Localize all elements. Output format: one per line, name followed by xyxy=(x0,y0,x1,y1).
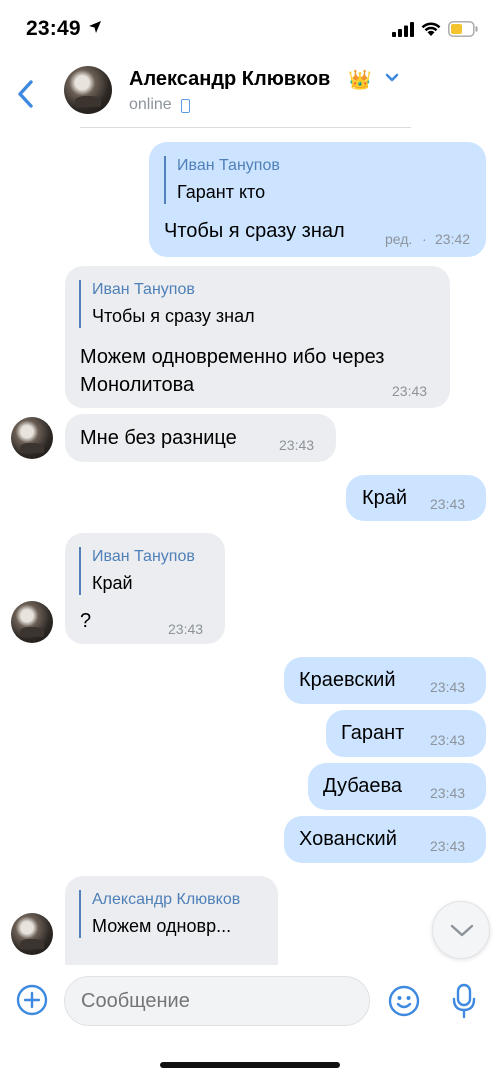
status-time: 23:49 xyxy=(26,17,81,40)
message-text: Дубаева xyxy=(323,775,402,797)
message-input[interactable] xyxy=(64,976,370,1026)
reply-quote[interactable]: Иван Танупов Гарант кто xyxy=(164,156,280,204)
reply-author: Александр Клювков xyxy=(92,891,241,908)
chevron-down-icon xyxy=(450,924,474,937)
message-composer xyxy=(0,965,499,1080)
message-edited-label: ред. xyxy=(385,231,413,247)
message-time: 23:43 xyxy=(430,785,466,801)
message-bubble-outgoing[interactable]: Иван Танупов Гарант кто Чтобы я сразу зн… xyxy=(149,142,486,257)
sender-avatar[interactable] xyxy=(11,913,53,955)
reply-author: Иван Танупов xyxy=(92,548,195,565)
message-bubble-outgoing[interactable]: Дубаева 23:43 xyxy=(308,763,486,810)
reply-text: Можем одновр... xyxy=(92,916,232,936)
scroll-to-bottom-button[interactable] xyxy=(432,901,490,959)
add-attachment-icon[interactable] xyxy=(16,984,48,1016)
home-indicator[interactable] xyxy=(160,1062,340,1068)
message-text-line: Монолитова xyxy=(80,374,195,396)
chat-header: Александр Клювков 👑 online xyxy=(0,58,499,130)
message-bubble-outgoing[interactable]: Гарант 23:43 xyxy=(326,710,486,757)
message-bubble-incoming[interactable]: Иван Танупов Чтобы я сразу знал Можем од… xyxy=(65,266,450,408)
reply-text: Край xyxy=(92,573,133,593)
reply-quote[interactable]: Иван Танупов Чтобы я сразу знал xyxy=(79,280,255,328)
message-time: 23:42 xyxy=(435,231,471,247)
reply-text: Чтобы я сразу знал xyxy=(92,306,255,326)
message-bubble-incoming[interactable]: Мне без разнице 23:43 xyxy=(65,414,336,462)
back-chevron-icon[interactable] xyxy=(14,78,38,110)
emoji-smile-icon[interactable] xyxy=(388,985,420,1017)
contact-name[interactable]: Александр Клювков xyxy=(129,68,330,91)
message-text: Хованский xyxy=(299,828,397,850)
reply-quote[interactable]: Александр Клювков Можем одновр... xyxy=(79,890,240,938)
message-text-line: Можем одновременно ибо через xyxy=(80,346,385,368)
contact-avatar[interactable] xyxy=(64,66,112,114)
message-time: 23:43 xyxy=(430,679,466,695)
message-time: 23:43 xyxy=(168,621,204,637)
status-bar: 23:49 xyxy=(0,0,499,58)
message-time: 23:43 xyxy=(430,496,466,512)
reply-author: Иван Танупов xyxy=(177,157,280,174)
reply-author: Иван Танупов xyxy=(92,281,195,298)
message-text: ? xyxy=(80,610,92,632)
time-separator: · xyxy=(422,231,427,247)
sender-avatar[interactable] xyxy=(11,601,53,643)
location-arrow-icon xyxy=(89,21,101,33)
message-text: Краевский xyxy=(299,669,396,691)
mobile-device-icon xyxy=(181,99,190,113)
reply-quote[interactable]: Иван Танупов Край xyxy=(79,547,195,595)
wifi-icon xyxy=(421,22,441,36)
message-bubble-outgoing[interactable]: Хованский 23:43 xyxy=(284,816,486,863)
message-bubble-outgoing[interactable]: Краевский 23:43 xyxy=(284,657,486,704)
cellular-signal-icon xyxy=(392,22,414,37)
message-text: Мне без разнице xyxy=(80,427,237,449)
message-time: 23:43 xyxy=(279,437,315,453)
message-time: 23:43 xyxy=(430,838,466,854)
message-time: 23:43 xyxy=(430,732,466,748)
message-text: Край xyxy=(362,487,408,509)
online-status: online xyxy=(129,96,172,113)
crown-emoji: 👑 xyxy=(348,70,372,91)
battery-icon xyxy=(448,21,478,37)
chevron-down-icon[interactable] xyxy=(384,72,400,84)
message-text: Гарант xyxy=(341,722,405,744)
message-bubble-outgoing[interactable]: Край 23:43 xyxy=(346,475,486,521)
message-bubble-incoming[interactable]: Иван Танупов Край ? 23:43 xyxy=(65,533,225,644)
message-time: 23:43 xyxy=(392,383,428,399)
sender-avatar[interactable] xyxy=(11,417,53,459)
reply-text: Гарант кто xyxy=(177,182,266,202)
message-text: Чтобы я сразу знал xyxy=(164,220,345,242)
header-divider xyxy=(80,127,411,128)
microphone-icon[interactable] xyxy=(452,983,476,1019)
